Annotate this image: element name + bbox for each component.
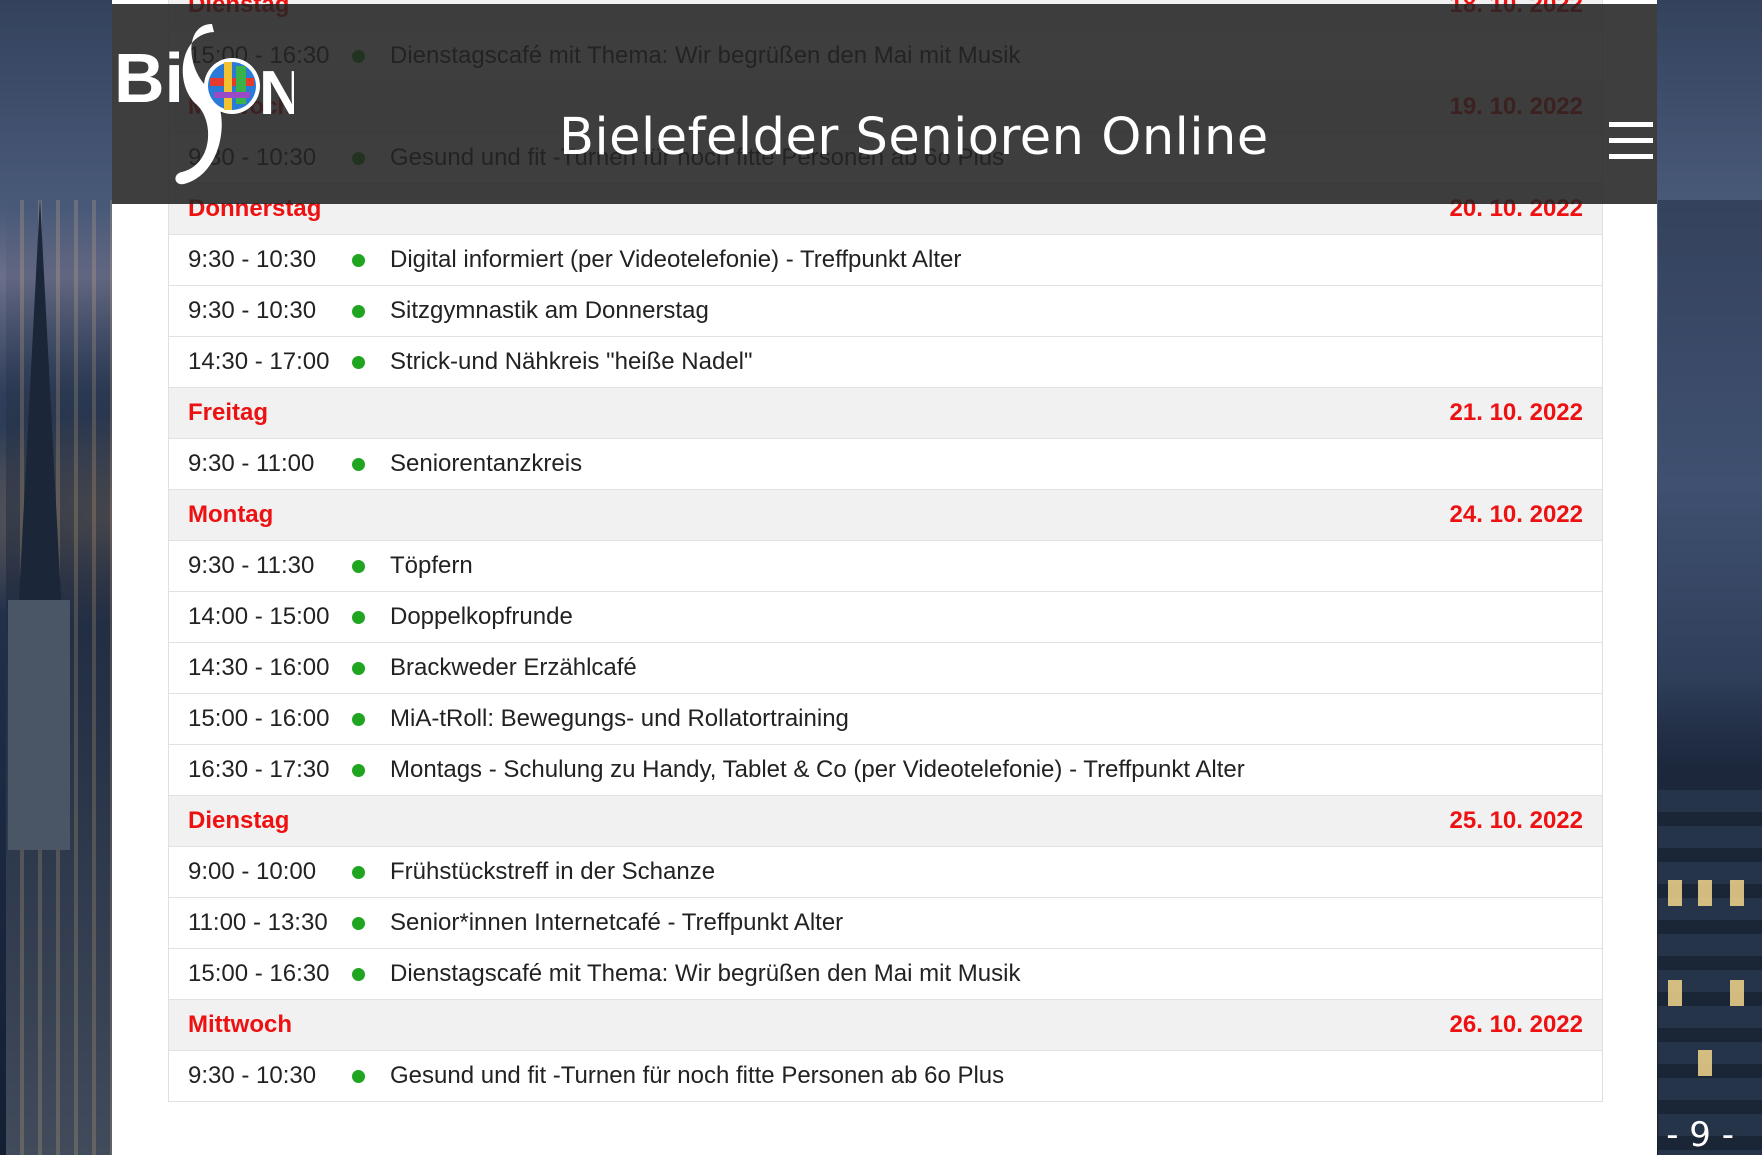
event-title-link[interactable]: Brackweder Erzählcafé [390,654,1602,682]
event-row[interactable]: 11:00 - 13:30 Senior*innen Internetcafé -… [169,898,1602,949]
status-dot-icon [352,916,365,930]
church-spire [18,198,62,618]
event-time: 9:30 - 10:30 [188,297,317,324]
event-time: 16:30 - 17:30 [188,756,330,783]
event-time: 9:00 - 10:00 [188,858,317,885]
event-title-link[interactable]: Doppelkopfrunde [390,603,1602,631]
page-number: - 9 - [1666,1115,1734,1155]
event-row[interactable]: 15:00 - 16:00 MiA-tRoll: Bewegungs- und R… [169,694,1602,745]
day-header-row: Mittwoch 26. 10. 2022 [169,1000,1602,1051]
day-name: Freitag [188,399,269,426]
event-time: 9:30 - 11:30 [188,552,315,579]
day-header-row: Freitag 21. 10. 2022 [169,388,1602,439]
status-dot-icon [352,865,365,879]
status-dot-icon [352,355,365,369]
day-name: Mittwoch [188,1011,292,1038]
event-title-link[interactable]: Gesund und fit -Turnen für noch fitte Pe… [390,1062,1602,1090]
event-time: 15:00 - 16:30 [188,960,330,987]
status-dot-icon [352,1069,365,1083]
day-header-row: Montag 24. 10. 2022 [169,490,1602,541]
event-time: 14:00 - 15:00 [188,603,330,630]
bison-logo[interactable]: Bi N [114,14,304,194]
status-dot-icon [352,304,365,318]
event-title-link[interactable]: Digital informiert (per Videotelefonie) … [390,246,1602,274]
event-title-link[interactable]: MiA-tRoll: Bewegungs- und Rollatortraini… [390,705,1602,733]
event-title-link[interactable]: Frühstückstreff in der Schanze [390,858,1602,886]
event-time: 15:00 - 16:00 [188,705,330,732]
day-date: 26. 10. 2022 [1449,1011,1583,1038]
event-row[interactable]: 9:00 - 10:00 Frühstückstreff in der Schan… [169,847,1602,898]
event-row[interactable]: 9:30 - 10:30 Gesund und fit -Turnen für n… [169,1051,1602,1102]
site-header: Bi N Bielefelder Senioren Online [112,4,1657,204]
event-time: 9:30 - 11:00 [188,450,315,477]
event-title-link[interactable]: Dienstagscafé mit Thema: Wir begrüßen de… [390,960,1602,988]
day-header-row: Dienstag 25. 10. 2022 [169,796,1602,847]
status-dot-icon [352,559,365,573]
event-title-link[interactable]: Töpfern [390,552,1602,580]
event-time: 11:00 - 13:30 [188,909,328,936]
event-title-link[interactable]: Strick-und Nähkreis "heiße Nadel" [390,348,1602,376]
event-time: 14:30 - 17:00 [188,348,330,375]
event-row[interactable]: 9:30 - 11:00 Seniorentanzkreis [169,439,1602,490]
event-row[interactable]: 9:30 - 10:30 Sitzgymnastik am Donnerstag [169,286,1602,337]
status-dot-icon [352,967,365,981]
church-tower [8,600,70,850]
event-title-link[interactable]: Seniorentanzkreis [390,450,1602,478]
status-dot-icon [352,610,365,624]
status-dot-icon [352,661,365,675]
site-title[interactable]: Bielefelder Senioren Online [559,108,1269,167]
day-date: 21. 10. 2022 [1449,399,1583,426]
event-row[interactable]: 15:00 - 16:30 Dienstagscafé mit Thema: Wi… [169,949,1602,1000]
event-title-link[interactable]: Sitzgymnastik am Donnerstag [390,297,1602,325]
event-row[interactable]: 14:30 - 17:00 Strick-und Nähkreis "heiße … [169,337,1602,388]
status-dot-icon [352,457,365,471]
day-date: 24. 10. 2022 [1449,501,1583,528]
status-dot-icon [352,712,365,726]
event-row[interactable]: 9:30 - 10:30 Digital informiert (per Vide… [169,235,1602,286]
event-row[interactable]: 16:30 - 17:30 Montags - Schulung zu Handy… [169,745,1602,796]
day-name: Montag [188,501,274,528]
day-name: Dienstag [188,807,290,834]
event-time: 9:30 - 10:30 [188,1062,317,1089]
event-time: 9:30 - 10:30 [188,246,317,273]
event-row[interactable]: 9:30 - 11:30 Töpfern [169,541,1602,592]
event-row[interactable]: 14:00 - 15:00 Doppelkopfrunde [169,592,1602,643]
event-title-link[interactable]: Montags - Schulung zu Handy, Tablet & Co… [390,756,1602,784]
event-title-link[interactable]: Senior*innen Internetcafé - Treffpunkt A… [390,909,1602,937]
status-dot-icon [352,253,365,267]
svg-text:N: N [259,59,294,128]
hamburger-menu-icon[interactable] [1609,122,1653,162]
status-dot-icon [352,763,365,777]
svg-text:Bi: Bi [114,39,184,117]
event-time: 14:30 - 16:00 [188,654,330,681]
right-building [1658,790,1762,1155]
event-row[interactable]: 14:30 - 16:00 Brackweder Erzählcafé [169,643,1602,694]
day-date: 25. 10. 2022 [1449,807,1583,834]
